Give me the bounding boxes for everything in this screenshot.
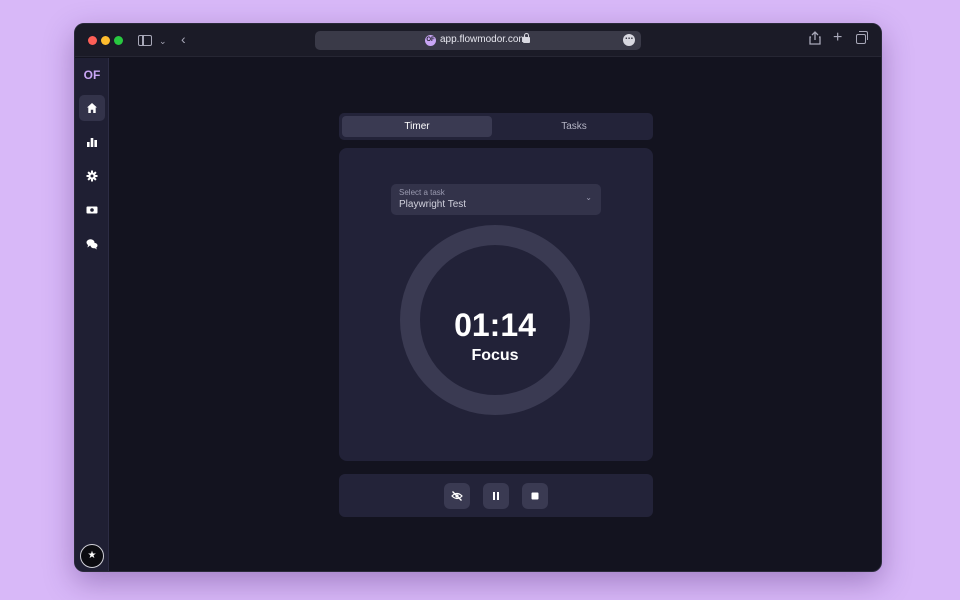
task-select[interactable]: Select a task Playwright Test ⌄ <box>391 184 601 215</box>
new-tab-icon[interactable]: + <box>833 30 842 46</box>
sidebar-item-billing[interactable] <box>79 197 105 223</box>
lock-icon <box>523 33 530 43</box>
address-bar[interactable]: OF app.flowmodor.com ⋯ <box>315 31 641 50</box>
more-options-icon[interactable]: ⋯ <box>623 34 635 46</box>
tab-tasks[interactable]: Tasks <box>499 116 649 137</box>
timer-card: Select a task Playwright Test ⌄ 01:14 Fo… <box>339 148 653 461</box>
timer-mode-label: Focus <box>471 347 519 364</box>
flowmodor-logo[interactable]: OF <box>83 68 101 82</box>
sidebar-item-home[interactable] <box>79 95 105 121</box>
chat-bubbles-icon <box>86 239 98 250</box>
browser-titlebar: ⌄ ‹ OF app.flowmodor.com ⋯ + <box>75 24 881 57</box>
pause-icon <box>493 492 499 500</box>
timer-progress-ring: 01:14 Focus <box>400 225 590 415</box>
task-select-label: Select a task <box>399 188 445 197</box>
task-select-value: Playwright Test <box>399 199 467 210</box>
close-window-button[interactable] <box>88 36 97 45</box>
gear-icon <box>86 170 98 182</box>
view-tabs: Timer Tasks <box>339 113 653 140</box>
hide-timer-button[interactable] <box>444 483 470 509</box>
app-sidebar: OF ★ <box>75 58 109 571</box>
sidebar-item-settings[interactable] <box>79 163 105 189</box>
maximize-window-button[interactable] <box>114 36 123 45</box>
chevron-down-icon[interactable]: ⌄ <box>159 33 167 49</box>
url-text: app.flowmodor.com <box>440 34 527 45</box>
tab-timer[interactable]: Timer <box>342 116 492 137</box>
chevron-down-icon: ⌄ <box>585 193 592 202</box>
pause-button[interactable] <box>483 483 509 509</box>
back-arrow-icon[interactable]: ‹ <box>181 31 186 47</box>
sidebar-toggle-icon[interactable] <box>138 35 152 46</box>
eye-off-icon <box>451 491 463 501</box>
sidebar-item-feedback[interactable] <box>79 231 105 257</box>
cash-icon <box>86 206 98 214</box>
stop-icon <box>531 492 539 500</box>
timer-controls <box>339 474 653 517</box>
avatar[interactable]: ★ <box>80 544 104 568</box>
stop-button[interactable] <box>522 483 548 509</box>
timer-display: 01:14 <box>454 307 536 343</box>
tab-overview-icon[interactable] <box>856 31 868 44</box>
sidebar-item-stats[interactable] <box>79 129 105 155</box>
home-icon <box>87 103 97 113</box>
bar-chart-icon <box>87 138 97 147</box>
share-icon[interactable] <box>809 31 821 49</box>
minimize-window-button[interactable] <box>101 36 110 45</box>
site-favicon-icon: OF <box>425 35 436 46</box>
browser-window: ⌄ ‹ OF app.flowmodor.com ⋯ + OF ★ Timer … <box>74 23 882 572</box>
